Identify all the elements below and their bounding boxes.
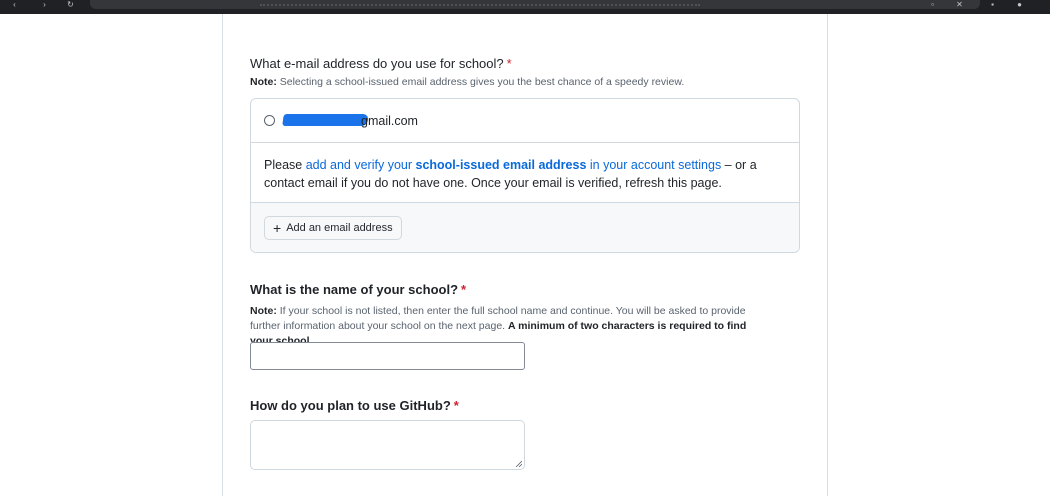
email-options-box: gmail.com Please add and verify your sch… bbox=[250, 98, 800, 253]
email-radio-button[interactable] bbox=[264, 115, 275, 126]
account-settings-link[interactable]: add and verify your school-issued email … bbox=[306, 158, 722, 172]
back-icon[interactable]: ‹ bbox=[10, 1, 19, 9]
email-hint: Please add and verify your school-issued… bbox=[251, 143, 799, 203]
redaction-mark bbox=[282, 114, 369, 126]
forward-icon[interactable]: › bbox=[40, 1, 49, 9]
school-name-input[interactable] bbox=[250, 342, 525, 370]
add-email-button[interactable]: + Add an email address bbox=[264, 216, 402, 240]
school-question: What is the name of your school? * bbox=[250, 282, 467, 297]
profile-icon[interactable]: ● bbox=[1015, 1, 1024, 9]
plus-icon: + bbox=[273, 220, 282, 236]
resize-handle-icon[interactable] bbox=[515, 460, 522, 467]
email-option-row[interactable]: gmail.com bbox=[251, 99, 799, 143]
url-text bbox=[260, 0, 700, 6]
required-mark: * bbox=[506, 56, 512, 71]
email-question: What e-mail address do you use for schoo… bbox=[250, 56, 512, 71]
address-bar[interactable] bbox=[90, 0, 980, 9]
email-option-label: gmail.com bbox=[361, 114, 418, 128]
required-mark: * bbox=[461, 282, 467, 297]
share-icon[interactable]: ▫ bbox=[928, 1, 937, 9]
reload-icon[interactable]: ↻ bbox=[66, 1, 75, 9]
bookmark-icon[interactable]: ✕ bbox=[955, 1, 964, 9]
usage-textarea[interactable] bbox=[250, 420, 525, 470]
required-mark: * bbox=[453, 398, 459, 413]
extensions-icon[interactable]: ▪ bbox=[988, 1, 997, 9]
usage-question: How do you plan to use GitHub? * bbox=[250, 398, 459, 413]
browser-toolbar: ‹ › ↻ ▫ ✕ ▪ ● bbox=[0, 0, 1050, 14]
add-email-row: + Add an email address bbox=[251, 203, 799, 252]
email-note: Note: Selecting a school-issued email ad… bbox=[250, 76, 685, 88]
